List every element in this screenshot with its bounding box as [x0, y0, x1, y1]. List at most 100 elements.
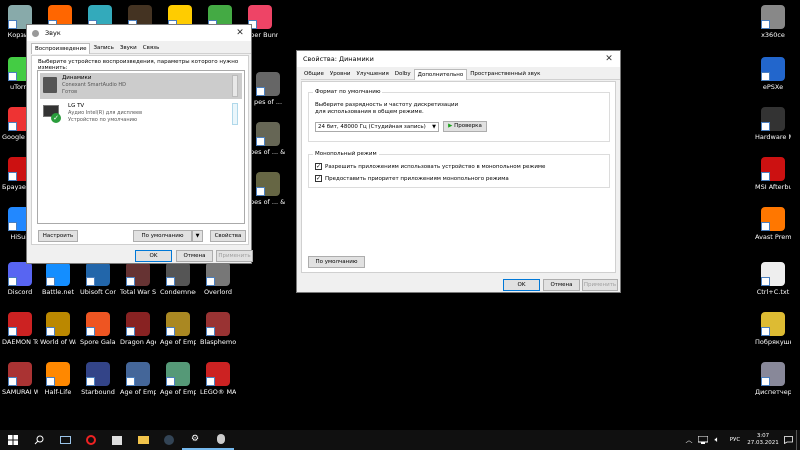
checkbox-checked-icon[interactable]: ✓ — [315, 163, 322, 170]
tab-playback[interactable]: Воспроизведение — [31, 43, 91, 54]
desktop-shortcut[interactable]: pes of ... & M... — [250, 122, 286, 157]
desktop-shortcut[interactable]: DAEMON Tools Pro — [2, 312, 38, 347]
app-icon — [126, 262, 150, 286]
store-icon[interactable] — [104, 430, 130, 450]
configure-button[interactable]: Настроить — [38, 230, 78, 242]
windows-start-icon[interactable] — [0, 430, 26, 450]
desktop-shortcut[interactable]: Total War SHOGUN 2 — [120, 262, 156, 297]
close-icon[interactable]: ✕ — [598, 51, 620, 67]
task-view-icon[interactable] — [52, 430, 78, 450]
desktop-shortcut[interactable]: x360ce — [755, 5, 791, 40]
restore-defaults-button[interactable]: По умолчанию — [308, 256, 365, 268]
app-icon — [86, 312, 110, 336]
chevron-up-icon[interactable]: ︿ — [682, 430, 696, 450]
tab-recording[interactable]: Запись — [90, 43, 116, 54]
tab-sounds[interactable]: Звуки — [117, 43, 140, 54]
close-icon[interactable]: ✕ — [229, 25, 251, 41]
search-icon[interactable] — [26, 430, 52, 450]
sound-tabs: Воспроизведение Запись Звуки Связь — [31, 43, 251, 54]
app-icon — [761, 362, 785, 386]
desktop-shortcut[interactable]: Half-Life — [40, 362, 76, 397]
volume-icon[interactable]: 🔈︎ — [710, 430, 724, 450]
settings-gear-icon[interactable]: ⚙ — [182, 430, 208, 450]
sound-titlebar[interactable]: Звук ✕ — [27, 25, 251, 41]
group-label: Монопольный режим — [313, 151, 379, 157]
shortcut-label: LEGO® MARVEL Su... — [200, 389, 236, 396]
device-row-lgtv[interactable]: ✓ LG TV Аудио Intel(R) для дисплеев Устр… — [40, 101, 242, 127]
app-icon — [46, 362, 70, 386]
exclusive-mode-group: Монопольный режим ✓ Разрешить приложениям… — [308, 151, 610, 188]
exclusive-priority-row[interactable]: ✓ Предоставить приоритет приложениям моно… — [315, 175, 509, 182]
properties-button[interactable]: Свойства — [210, 230, 246, 242]
desktop-shortcut[interactable]: ePSXe — [755, 57, 791, 92]
properties-titlebar[interactable]: Свойства: Динамики ✕ — [297, 51, 620, 67]
set-default-button[interactable]: По умолчанию — [133, 230, 192, 242]
set-default-dropdown[interactable]: ▼ — [192, 230, 203, 242]
show-desktop-button[interactable] — [796, 430, 800, 450]
desktop-shortcut[interactable]: Overlord — [200, 262, 236, 297]
steam-icon[interactable] — [156, 430, 182, 450]
notification-icon[interactable] — [780, 430, 796, 450]
tab-advanced[interactable]: Дополнительно — [413, 69, 468, 80]
device-row-speakers[interactable]: Динамики Conexant SmartAudio HD Готов — [40, 73, 242, 99]
keyboard-language[interactable]: РУС — [724, 430, 746, 450]
ok-button[interactable]: OK — [503, 279, 540, 291]
shortcut-label: Total War SHOGUN 2 — [120, 289, 156, 296]
desktop-shortcut[interactable]: Побрякушки, всякая всяч... — [755, 312, 791, 347]
format-select[interactable]: 24 бит, 48000 Гц (Студийная запись) ▼ — [315, 122, 439, 132]
chevron-down-icon: ▼ — [432, 124, 436, 130]
checkbox-label: Разрешить приложениям использовать устро… — [325, 164, 546, 170]
properties-tabs: Общие Уровни Улучшения Dolby Дополнитель… — [301, 69, 620, 80]
desktop-shortcut[interactable]: Ctrl+C.txt — [755, 262, 791, 297]
opera-icon[interactable] — [78, 430, 104, 450]
device-name: LG TV — [68, 103, 85, 109]
desktop-shortcut[interactable]: Age of Empires III:... — [120, 362, 156, 397]
desktop-shortcut[interactable]: Battle.net — [40, 262, 76, 297]
speaker-properties-dialog: Свойства: Динамики ✕ Общие Уровни Улучше… — [296, 50, 621, 293]
desktop-shortcut[interactable]: Dragon Age Origins - ... — [120, 312, 156, 347]
clock[interactable]: 3:07 27.03.2021 — [746, 433, 780, 447]
desktop-shortcut[interactable]: Blasphemous — [200, 312, 236, 347]
desktop-shortcut[interactable]: LEGO® MARVEL Su... — [200, 362, 236, 397]
desktop-shortcut[interactable]: Avast Premiu... — [755, 207, 791, 242]
exclusive-allow-row[interactable]: ✓ Разрешить приложениям использовать устр… — [315, 163, 545, 170]
shortcut-label: Hardware Monitor — [755, 134, 791, 141]
desktop-shortcut[interactable]: Age of Empires III — [160, 362, 196, 397]
tab-enhancements[interactable]: Улучшения — [354, 69, 392, 80]
tab-general[interactable]: Общие — [301, 69, 327, 80]
cancel-button[interactable]: Отмена — [543, 279, 580, 291]
checkbox-checked-icon[interactable]: ✓ — [315, 175, 322, 182]
sound-title: Звук — [45, 29, 61, 37]
network-icon[interactable] — [696, 430, 710, 450]
desktop-shortcut[interactable]: Spore Galactic ... — [80, 312, 116, 347]
explorer-folder-icon[interactable] — [130, 430, 156, 450]
test-button[interactable]: ▶ Проверка — [443, 121, 487, 132]
shortcut-label: Condemned Criminal O... — [160, 289, 196, 296]
shortcut-label: SAMURAI WARRIORS 2 — [2, 389, 38, 396]
tab-dolby[interactable]: Dolby — [392, 69, 414, 80]
clock-date: 27.03.2021 — [747, 440, 779, 446]
shortcut-label: Age of Empires III — [160, 389, 196, 396]
clock-time: 3:07 — [756, 433, 770, 439]
desktop-shortcut[interactable]: pes of ... & M... — [250, 172, 286, 207]
properties-title: Свойства: Динамики — [303, 55, 374, 63]
ok-button[interactable]: OK — [135, 250, 172, 262]
desktop-shortcut[interactable]: Hardware Monitor — [755, 107, 791, 142]
app-icon — [126, 312, 150, 336]
desktop-shortcut[interactable]: SAMURAI WARRIORS 2 — [2, 362, 38, 397]
tab-levels[interactable]: Уровни — [327, 69, 354, 80]
group-label: Формат по умолчанию — [313, 89, 383, 95]
desktop-shortcut[interactable]: Discord — [2, 262, 38, 297]
tab-communications[interactable]: Связь — [140, 43, 163, 54]
desktop-shortcut[interactable]: Condemned Criminal O... — [160, 262, 196, 297]
desktop-shortcut[interactable]: Starbound — [80, 362, 116, 397]
tab-spatial-sound[interactable]: Пространственный звук — [467, 69, 543, 80]
desktop-shortcut[interactable]: Ubisoft Connect — [80, 262, 116, 297]
sound-app-icon[interactable] — [208, 430, 234, 450]
desktop-shortcut[interactable]: pes of ... — [250, 72, 286, 107]
desktop-shortcut[interactable]: Диспетчер устройств — [755, 362, 791, 397]
desktop-shortcut[interactable]: Age of Empires - ... — [160, 312, 196, 347]
cancel-button[interactable]: Отмена — [176, 250, 213, 262]
desktop-shortcut[interactable]: World of Warcra... — [40, 312, 76, 347]
desktop-shortcut[interactable]: MSI Afterburner — [755, 157, 791, 192]
